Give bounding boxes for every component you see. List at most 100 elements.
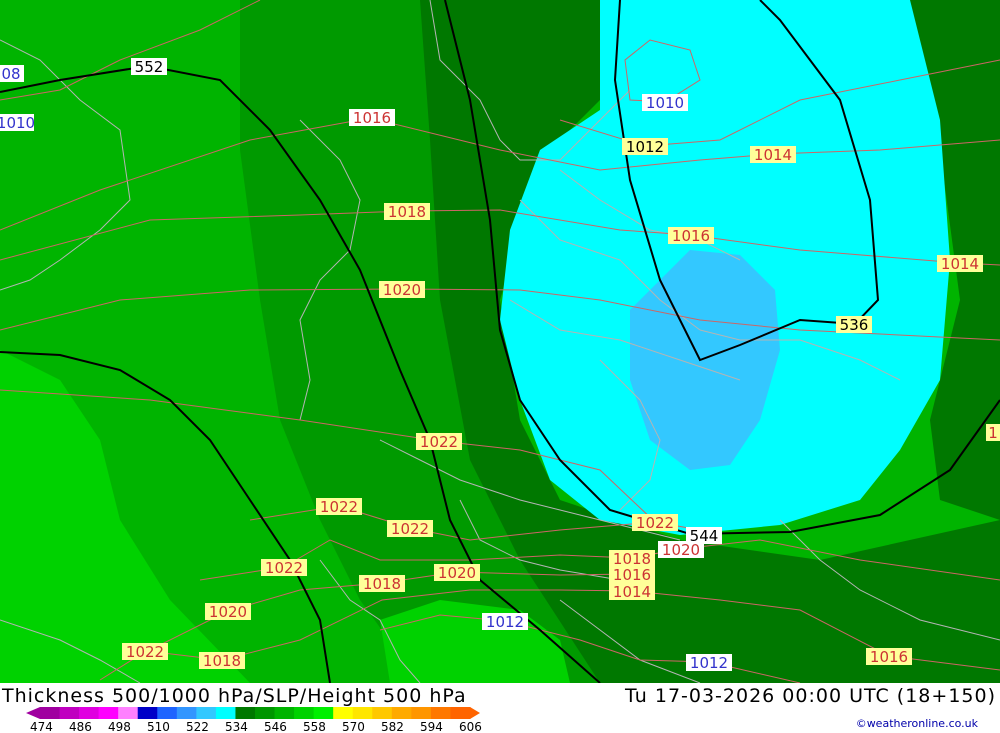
svg-text:1012: 1012 — [486, 613, 524, 631]
svg-text:1022: 1022 — [126, 643, 164, 661]
isobar-label: 1012 — [622, 138, 668, 156]
scale-tick-label: 606 — [459, 720, 482, 733]
isobar-label: 1022 — [261, 559, 307, 577]
scale-swatch — [333, 707, 354, 719]
isobar-label: 1020 — [379, 281, 425, 299]
scale-tick-label: 582 — [381, 720, 404, 733]
svg-text:1016: 1016 — [672, 227, 710, 245]
scale-arrow-left — [26, 707, 40, 719]
svg-text:1012: 1012 — [690, 654, 728, 672]
svg-text:1010: 1010 — [0, 114, 35, 132]
isobar-label: 1020 — [434, 564, 480, 582]
svg-text:1014: 1014 — [941, 255, 979, 273]
color-scale-bars — [26, 707, 480, 719]
scale-swatch — [255, 707, 276, 719]
thickness-label: 552 — [131, 58, 167, 76]
svg-text:1012: 1012 — [626, 138, 664, 156]
isobar-label: 1022 — [122, 643, 168, 661]
isobar-label: 1010 — [0, 114, 35, 132]
isobar-label: 1014 — [937, 255, 983, 273]
svg-text:1022: 1022 — [265, 559, 303, 577]
scale-swatch — [372, 707, 393, 719]
scale-tick-label: 474 — [30, 720, 53, 733]
isobar-label: 1018 — [199, 652, 245, 670]
scale-swatch — [79, 707, 100, 719]
isobar-label: 1016 — [349, 109, 395, 127]
scale-swatch — [274, 707, 295, 719]
scale-swatch — [118, 707, 139, 719]
svg-text:536: 536 — [840, 316, 869, 334]
svg-text:1022: 1022 — [391, 520, 429, 538]
isobar-label: 1012 — [482, 613, 528, 631]
svg-text:1018: 1018 — [203, 652, 241, 670]
scale-swatch — [176, 707, 197, 719]
svg-text:08: 08 — [1, 65, 20, 83]
scale-tick-label: 558 — [303, 720, 326, 733]
scale-tick-label: 534 — [225, 720, 248, 733]
scale-swatch — [294, 707, 315, 719]
isobar-label: 1 — [986, 424, 1000, 442]
scale-swatch — [313, 707, 334, 719]
svg-text:1016: 1016 — [613, 566, 651, 584]
svg-text:1014: 1014 — [613, 583, 651, 601]
scale-swatch — [352, 707, 373, 719]
isobar-label: 1016 — [866, 648, 912, 666]
map-title: Thickness 500/1000 hPa/SLP/Height 500 hP… — [2, 685, 467, 707]
map-footer: Thickness 500/1000 hPa/SLP/Height 500 hP… — [0, 683, 1000, 733]
svg-text:1022: 1022 — [636, 514, 674, 532]
svg-text:1020: 1020 — [209, 603, 247, 621]
scale-swatch — [137, 707, 158, 719]
isobar-label: 1018 — [359, 575, 405, 593]
isobar-label: 1014 — [750, 146, 796, 164]
scale-tick-label: 522 — [186, 720, 209, 733]
scale-swatch — [450, 707, 471, 719]
svg-text:1016: 1016 — [870, 648, 908, 666]
isobar-label: 1022 — [632, 514, 678, 532]
isobar-label: 1018 — [384, 203, 430, 221]
isobar-label: 1022 — [316, 498, 362, 516]
color-scale-legend: 474 486 498 510 522 534 546 558 570 582 594 606 — [26, 707, 482, 733]
thickness-label: 536 — [836, 316, 872, 334]
scale-swatch — [157, 707, 178, 719]
svg-text:1018: 1018 — [388, 203, 426, 221]
scale-swatch — [196, 707, 217, 719]
scale-swatch — [411, 707, 432, 719]
svg-text:1010: 1010 — [646, 94, 684, 112]
isobar-label: 1016 — [609, 566, 655, 584]
scale-tick-label: 594 — [420, 720, 443, 733]
isobar-label: 1014 — [609, 583, 655, 601]
svg-text:1020: 1020 — [662, 541, 700, 559]
map-canvas: 552 536 544 1016 1018 1020 1022 1022 102… — [0, 0, 1000, 683]
isobar-label: 1020 — [205, 603, 251, 621]
scale-tick-label: 570 — [342, 720, 365, 733]
svg-text:1020: 1020 — [383, 281, 421, 299]
svg-text:1016: 1016 — [353, 109, 391, 127]
weather-map: 552 536 544 1016 1018 1020 1022 1022 102… — [0, 0, 1000, 683]
scale-tick-label: 498 — [108, 720, 131, 733]
svg-text:1022: 1022 — [420, 433, 458, 451]
isobar-label: 1016 — [668, 227, 714, 245]
scale-swatch — [40, 707, 61, 719]
color-scale-labels: 474 486 498 510 522 534 546 558 570 582 594 606 — [30, 720, 482, 733]
scale-swatch — [59, 707, 80, 719]
scale-swatch — [430, 707, 451, 719]
scale-tick-label: 486 — [69, 720, 92, 733]
svg-text:552: 552 — [135, 58, 164, 76]
scale-swatch — [215, 707, 236, 719]
forecast-datetime: Tu 17-03-2026 00:00 UTC (18+150) — [625, 685, 996, 707]
svg-text:1020: 1020 — [438, 564, 476, 582]
isobar-label: 1022 — [387, 520, 433, 538]
svg-text:1022: 1022 — [320, 498, 358, 516]
isobar-label: 1010 — [642, 94, 688, 112]
scale-swatch — [391, 707, 412, 719]
scale-arrow-right — [470, 707, 480, 719]
isobar-label: 1022 — [416, 433, 462, 451]
svg-text:1018: 1018 — [363, 575, 401, 593]
scale-swatch — [98, 707, 119, 719]
svg-text:1: 1 — [988, 424, 998, 442]
svg-text:1014: 1014 — [754, 146, 792, 164]
isobar-label: 1012 — [686, 654, 732, 672]
scale-tick-label: 510 — [147, 720, 170, 733]
isobar-label: 08 — [0, 65, 24, 83]
credit-link[interactable]: ©weatheronline.co.uk — [856, 717, 978, 730]
